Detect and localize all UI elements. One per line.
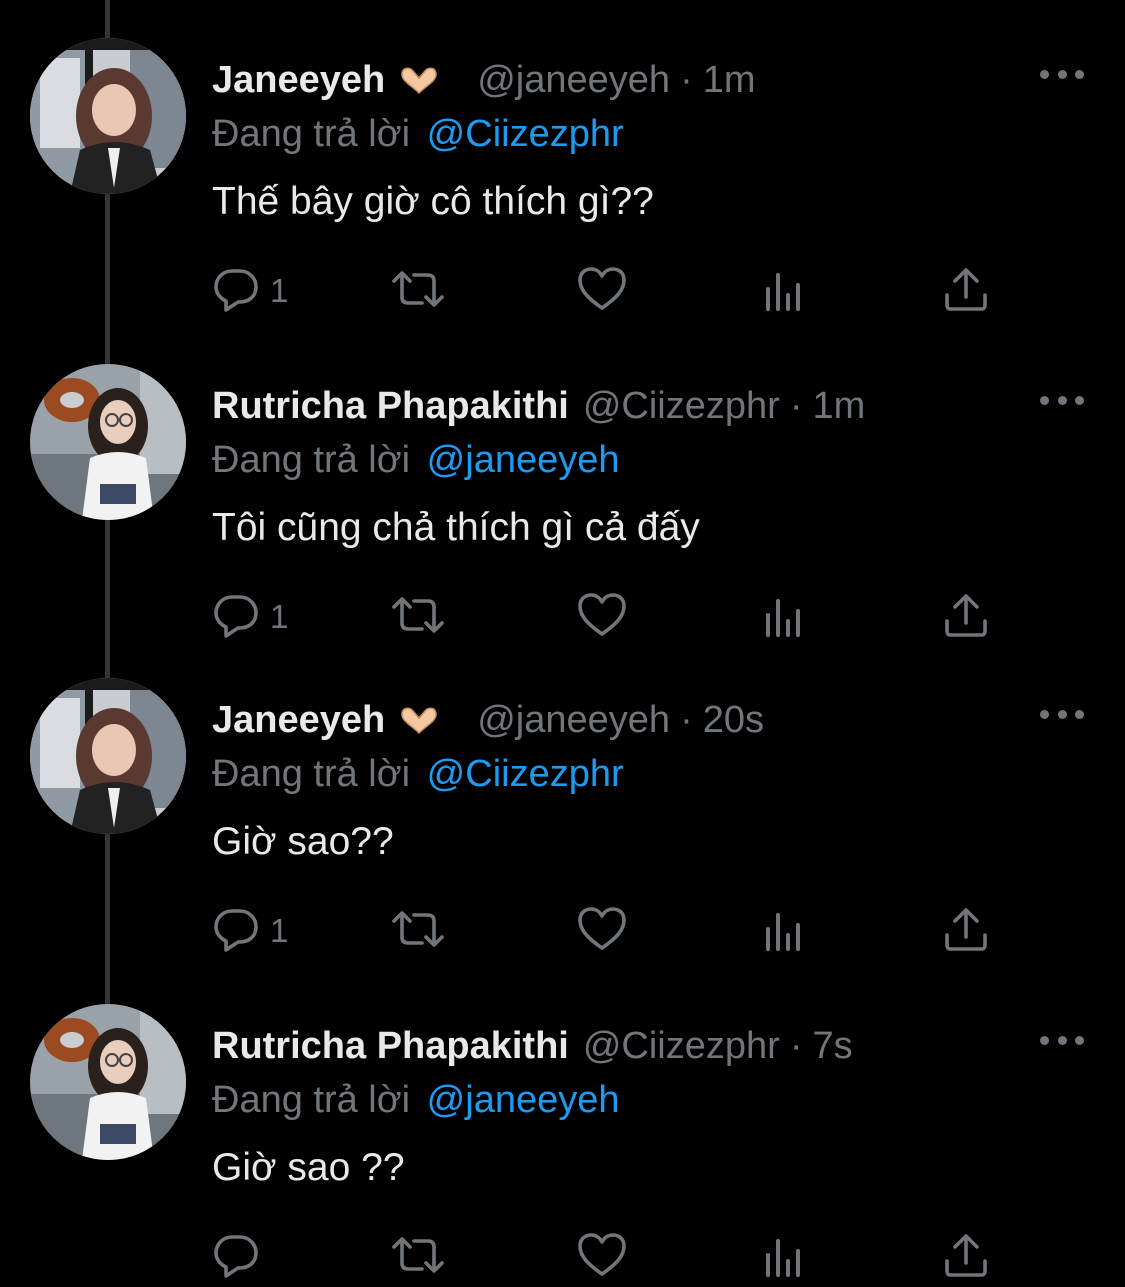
views-chart-icon bbox=[762, 905, 806, 958]
reply-count: 1 bbox=[270, 598, 289, 635]
share-icon bbox=[942, 1231, 990, 1284]
share-button[interactable] bbox=[942, 592, 990, 642]
separator-dot: · bbox=[789, 385, 803, 427]
timestamp[interactable]: 20s bbox=[703, 692, 764, 748]
heart-hands-emoji bbox=[399, 65, 439, 95]
retweet-icon bbox=[388, 905, 448, 958]
action-bar: 1 bbox=[212, 592, 1012, 642]
share-icon bbox=[942, 265, 990, 318]
timestamp[interactable]: 1m bbox=[703, 52, 756, 108]
tweet-text: Thế bây giờ cô thích gì?? bbox=[212, 180, 654, 223]
heart-icon bbox=[576, 905, 628, 958]
share-button[interactable] bbox=[942, 906, 990, 956]
separator-dot: · bbox=[789, 1025, 803, 1067]
tweet-header: Janeeyeh @janeeyeh · 20s bbox=[212, 692, 764, 748]
tweet[interactable]: Rutricha Phapakithi @Ciizezphr · 1m Đang… bbox=[0, 326, 1125, 646]
like-button[interactable] bbox=[576, 906, 628, 956]
more-dots-icon[interactable] bbox=[1040, 704, 1084, 724]
display-name[interactable]: Rutricha Phapakithi bbox=[212, 378, 569, 434]
tweet-header: Janeeyeh @janeeyeh · 1m bbox=[212, 52, 756, 108]
tweet-thread: Janeeyeh @janeeyeh · 1m Đang trả lời @Ci… bbox=[0, 0, 1125, 1287]
views-chart-icon bbox=[762, 265, 806, 318]
user-handle[interactable]: @Ciizezphr bbox=[583, 1018, 780, 1074]
action-bar: 1 bbox=[212, 906, 1012, 956]
reply-button[interactable] bbox=[212, 1232, 270, 1282]
display-name[interactable]: Janeeyeh bbox=[212, 52, 385, 108]
separator-dot: · bbox=[680, 699, 693, 741]
like-button[interactable] bbox=[576, 266, 628, 316]
retweet-button[interactable] bbox=[388, 1232, 448, 1282]
reply-to-mention[interactable]: @Ciizezphr bbox=[427, 113, 624, 155]
reply-button[interactable]: 1 bbox=[212, 266, 288, 316]
avatar-janeeyeh[interactable] bbox=[30, 38, 186, 194]
tweet[interactable]: Rutricha Phapakithi @Ciizezphr · 7s Đang… bbox=[0, 966, 1125, 1286]
tweet-header: Rutricha Phapakithi @Ciizezphr · 7s bbox=[212, 1018, 853, 1074]
reply-count: 1 bbox=[270, 912, 289, 949]
reply-icon bbox=[212, 1231, 260, 1284]
heart-icon bbox=[576, 1231, 628, 1284]
more-dots-icon[interactable] bbox=[1040, 64, 1084, 84]
more-dots-icon[interactable] bbox=[1040, 1030, 1084, 1050]
tweet-header: Rutricha Phapakithi @Ciizezphr · 1m bbox=[212, 378, 865, 434]
reply-button[interactable]: 1 bbox=[212, 592, 288, 642]
avatar-ciizezphr[interactable] bbox=[30, 364, 186, 520]
reply-icon bbox=[212, 265, 260, 318]
views-button[interactable] bbox=[762, 1232, 806, 1282]
user-handle[interactable]: @janeeyeh bbox=[477, 692, 670, 748]
tweet[interactable]: Janeeyeh @janeeyeh · 1m Đang trả lời @Ci… bbox=[0, 0, 1125, 320]
retweet-button[interactable] bbox=[388, 592, 448, 642]
share-icon bbox=[942, 591, 990, 644]
reply-button[interactable]: 1 bbox=[212, 906, 288, 956]
views-chart-icon bbox=[762, 591, 806, 644]
reply-to-mention[interactable]: @Ciizezphr bbox=[427, 753, 624, 795]
display-name[interactable]: Janeeyeh bbox=[212, 692, 385, 748]
avatar-janeeyeh[interactable] bbox=[30, 678, 186, 834]
share-button[interactable] bbox=[942, 266, 990, 316]
reply-icon bbox=[212, 591, 260, 644]
heart-icon bbox=[576, 591, 628, 644]
action-bar bbox=[212, 1232, 1012, 1282]
retweet-icon bbox=[388, 265, 448, 318]
share-icon bbox=[942, 905, 990, 958]
replying-label: Đang trả lời bbox=[212, 1079, 411, 1121]
reply-count: 1 bbox=[270, 272, 289, 309]
tweet-text: Giờ sao?? bbox=[212, 820, 394, 863]
views-button[interactable] bbox=[762, 592, 806, 642]
retweet-button[interactable] bbox=[388, 266, 448, 316]
replying-label: Đang trả lời bbox=[212, 113, 411, 155]
views-button[interactable] bbox=[762, 266, 806, 316]
retweet-button[interactable] bbox=[388, 906, 448, 956]
views-button[interactable] bbox=[762, 906, 806, 956]
replying-label: Đang trả lời bbox=[212, 753, 411, 795]
reply-icon bbox=[212, 905, 260, 958]
replying-to: Đang trả lời @Ciizezphr bbox=[212, 108, 624, 160]
share-button[interactable] bbox=[942, 1232, 990, 1282]
retweet-icon bbox=[388, 591, 448, 644]
retweet-icon bbox=[388, 1231, 448, 1284]
views-chart-icon bbox=[762, 1231, 806, 1284]
user-handle[interactable]: @janeeyeh bbox=[477, 52, 670, 108]
like-button[interactable] bbox=[576, 592, 628, 642]
like-button[interactable] bbox=[576, 1232, 628, 1282]
replying-to: Đang trả lời @janeeyeh bbox=[212, 434, 620, 486]
replying-to: Đang trả lời @Ciizezphr bbox=[212, 748, 624, 800]
timestamp[interactable]: 7s bbox=[812, 1018, 852, 1074]
replying-to: Đang trả lời @janeeyeh bbox=[212, 1074, 620, 1126]
tweet-text: Giờ sao ?? bbox=[212, 1146, 405, 1189]
reply-to-mention[interactable]: @janeeyeh bbox=[427, 1079, 620, 1121]
heart-hands-emoji bbox=[399, 705, 439, 735]
separator-dot: · bbox=[680, 59, 693, 101]
tweet-text: Tôi cũng chả thích gì cả đấy bbox=[212, 506, 700, 549]
tweet[interactable]: Janeeyeh @janeeyeh · 20s Đang trả lời @C… bbox=[0, 640, 1125, 960]
action-bar: 1 bbox=[212, 266, 1012, 316]
replying-label: Đang trả lời bbox=[212, 439, 411, 481]
timestamp[interactable]: 1m bbox=[812, 378, 865, 434]
user-handle[interactable]: @Ciizezphr bbox=[583, 378, 780, 434]
avatar-ciizezphr[interactable] bbox=[30, 1004, 186, 1160]
reply-to-mention[interactable]: @janeeyeh bbox=[427, 439, 620, 481]
more-dots-icon[interactable] bbox=[1040, 390, 1084, 410]
heart-icon bbox=[576, 265, 628, 318]
display-name[interactable]: Rutricha Phapakithi bbox=[212, 1018, 569, 1074]
